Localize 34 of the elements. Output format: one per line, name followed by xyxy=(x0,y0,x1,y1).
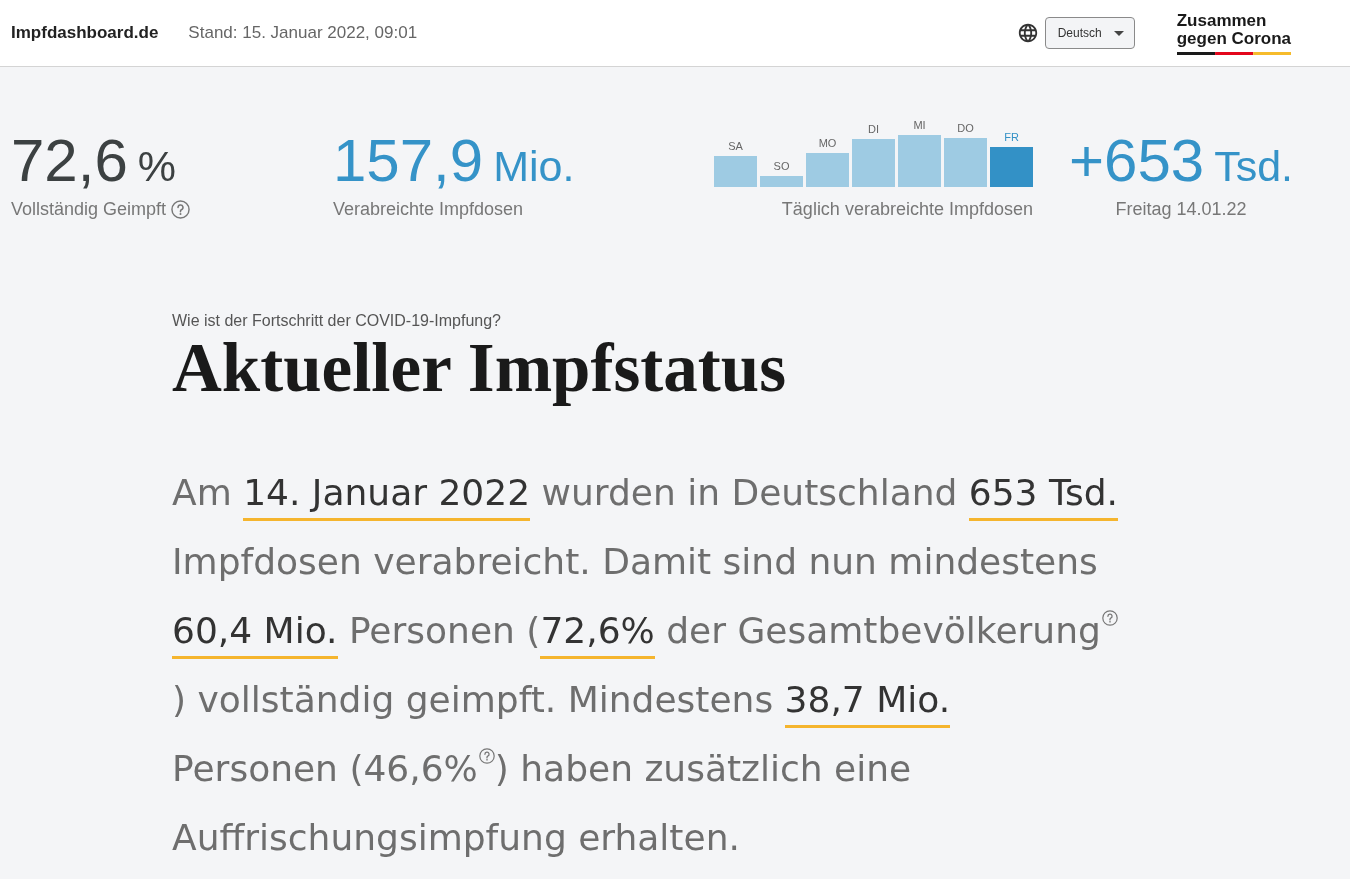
day-label: DO xyxy=(957,122,974,134)
caret-icon xyxy=(1113,30,1124,36)
figure-label: Freitag 14.01.22 xyxy=(1115,199,1247,220)
update-timestamp: Stand: 15. Januar 2022, 09:01 xyxy=(188,23,418,43)
day-label: SA xyxy=(728,140,743,152)
stripe-icon xyxy=(1176,51,1291,55)
vaccination-summary-text: Am 14. Januar 2022 wurden in Deutschland 653 Tsd. Impfdosen verabreicht. Damit sind nun mindestens 60,4 Mio. Personen (72,6% der Gesamtbevölkerung ) vollständig geimpft. Mindestens 38,7 Mio. Personen (46,6% ) haben zusätzlich eine Auffrischungsimpfung erhalten. xyxy=(172,471,1119,861)
section-kicker: Wie ist der Fortschritt der COVID-19-Impfung? xyxy=(172,312,501,330)
chart-bar[interactable] xyxy=(990,147,1033,187)
figure-label: Vollständig Geimpft xyxy=(11,199,167,220)
figure-label: Verabreichte Impfdosen xyxy=(333,199,524,220)
day-label: MI xyxy=(913,119,926,131)
day-label: MO xyxy=(818,137,837,149)
figure-number: 157,9 Mio. xyxy=(333,131,575,191)
chart-bar[interactable] xyxy=(806,153,849,187)
chart-bar[interactable] xyxy=(852,139,895,187)
site-title[interactable]: Impfdashboard.de xyxy=(11,23,159,43)
help-icon[interactable] xyxy=(478,748,495,765)
help-icon[interactable] xyxy=(171,200,191,219)
day-label: DI xyxy=(868,123,879,135)
figure-number: 72,6 % xyxy=(11,131,176,191)
chart-bar[interactable] xyxy=(760,176,803,187)
chart-bar[interactable] xyxy=(944,138,987,187)
chart-caption: Täglich verabreichte Impfdosen xyxy=(781,199,1033,220)
logo-text: Zusammen gegen Corona xyxy=(1176,11,1291,48)
day-label: FR xyxy=(1004,131,1019,143)
section-title: Aktueller Impfstatus xyxy=(172,332,786,405)
figure-number: +653 Tsd. xyxy=(1069,131,1293,191)
day-label: SO xyxy=(773,160,790,172)
help-icon[interactable] xyxy=(1101,610,1118,627)
globe-icon xyxy=(1016,22,1039,44)
chart-bar[interactable] xyxy=(714,156,757,187)
language-select[interactable]: Deutsch xyxy=(1044,17,1135,49)
chart-bar[interactable] xyxy=(898,135,941,187)
